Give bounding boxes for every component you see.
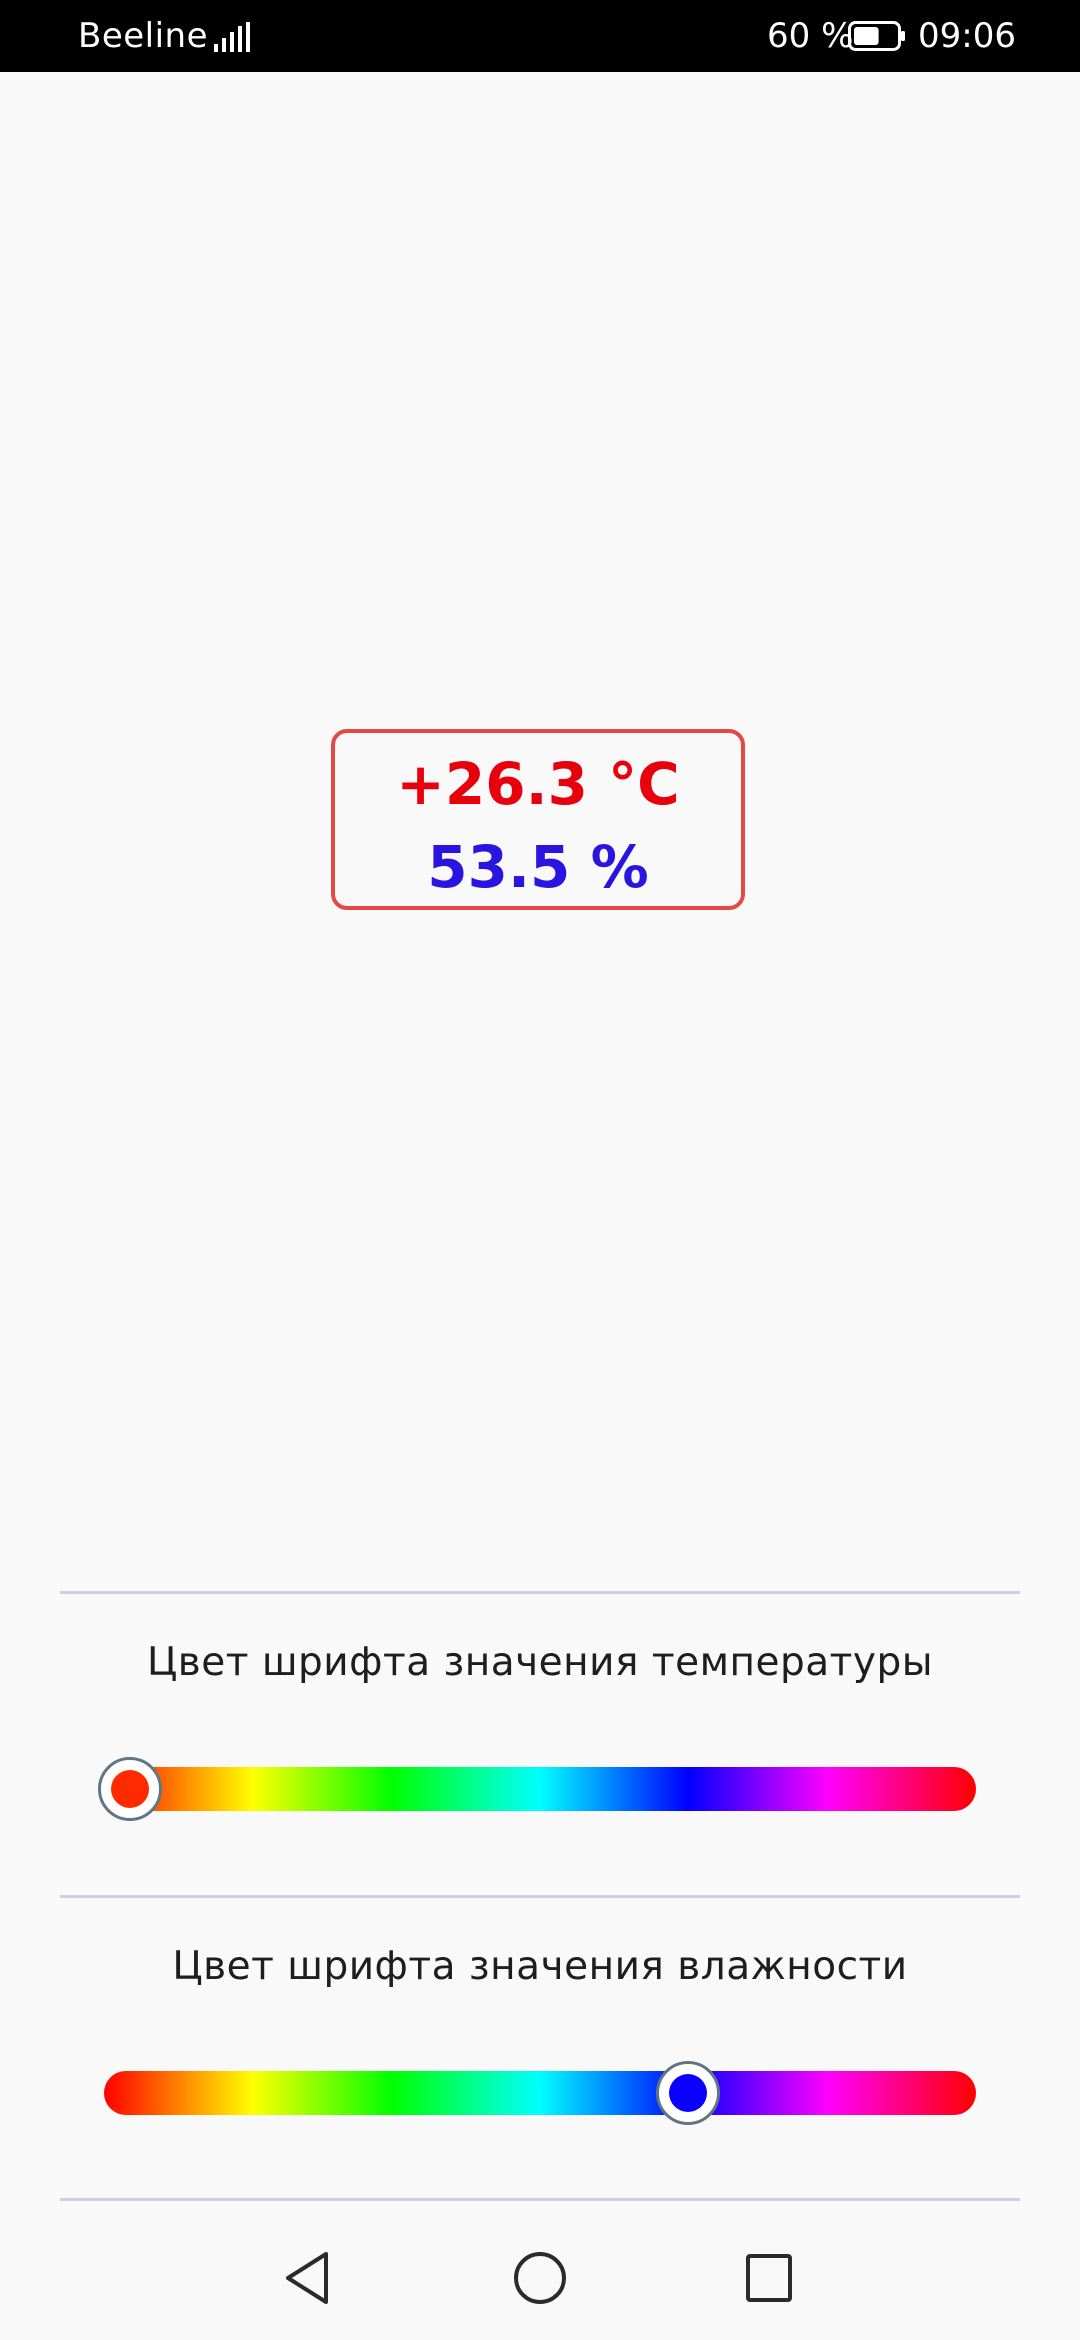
carrier-name: Beeline [78, 16, 209, 56]
battery-icon [848, 21, 905, 51]
navigation-bar [0, 2220, 1080, 2340]
home-icon[interactable] [512, 2250, 568, 2306]
clock: 09:06 [918, 16, 1016, 56]
temperature-color-swatch [111, 1770, 150, 1808]
battery-percent: 60 % [767, 16, 854, 56]
divider [60, 1895, 1020, 1898]
recents-icon[interactable] [745, 2252, 793, 2304]
status-bar: Beeline 60 % 09:06 [0, 0, 1080, 72]
divider [60, 2198, 1020, 2201]
temperature-color-slider[interactable] [98, 1757, 976, 1821]
back-icon[interactable] [282, 2250, 332, 2306]
temperature-slider-thumb[interactable] [98, 1757, 163, 1821]
temperature-value: +26.3 °C [396, 750, 680, 818]
humidity-color-swatch [669, 2074, 708, 2112]
temperature-color-label: Цвет шрифта значения температуры [146, 1640, 934, 1685]
humidity-slider-thumb[interactable] [656, 2061, 721, 2125]
humidity-value: 53.5 % [427, 833, 649, 901]
divider [60, 1591, 1020, 1594]
humidity-color-slider[interactable] [104, 2061, 976, 2125]
signal-icon [214, 22, 250, 52]
humidity-color-label: Цвет шрифта значения влажности [172, 1944, 908, 1989]
sensor-readout-card: +26.3 °C 53.5 % [331, 729, 745, 910]
